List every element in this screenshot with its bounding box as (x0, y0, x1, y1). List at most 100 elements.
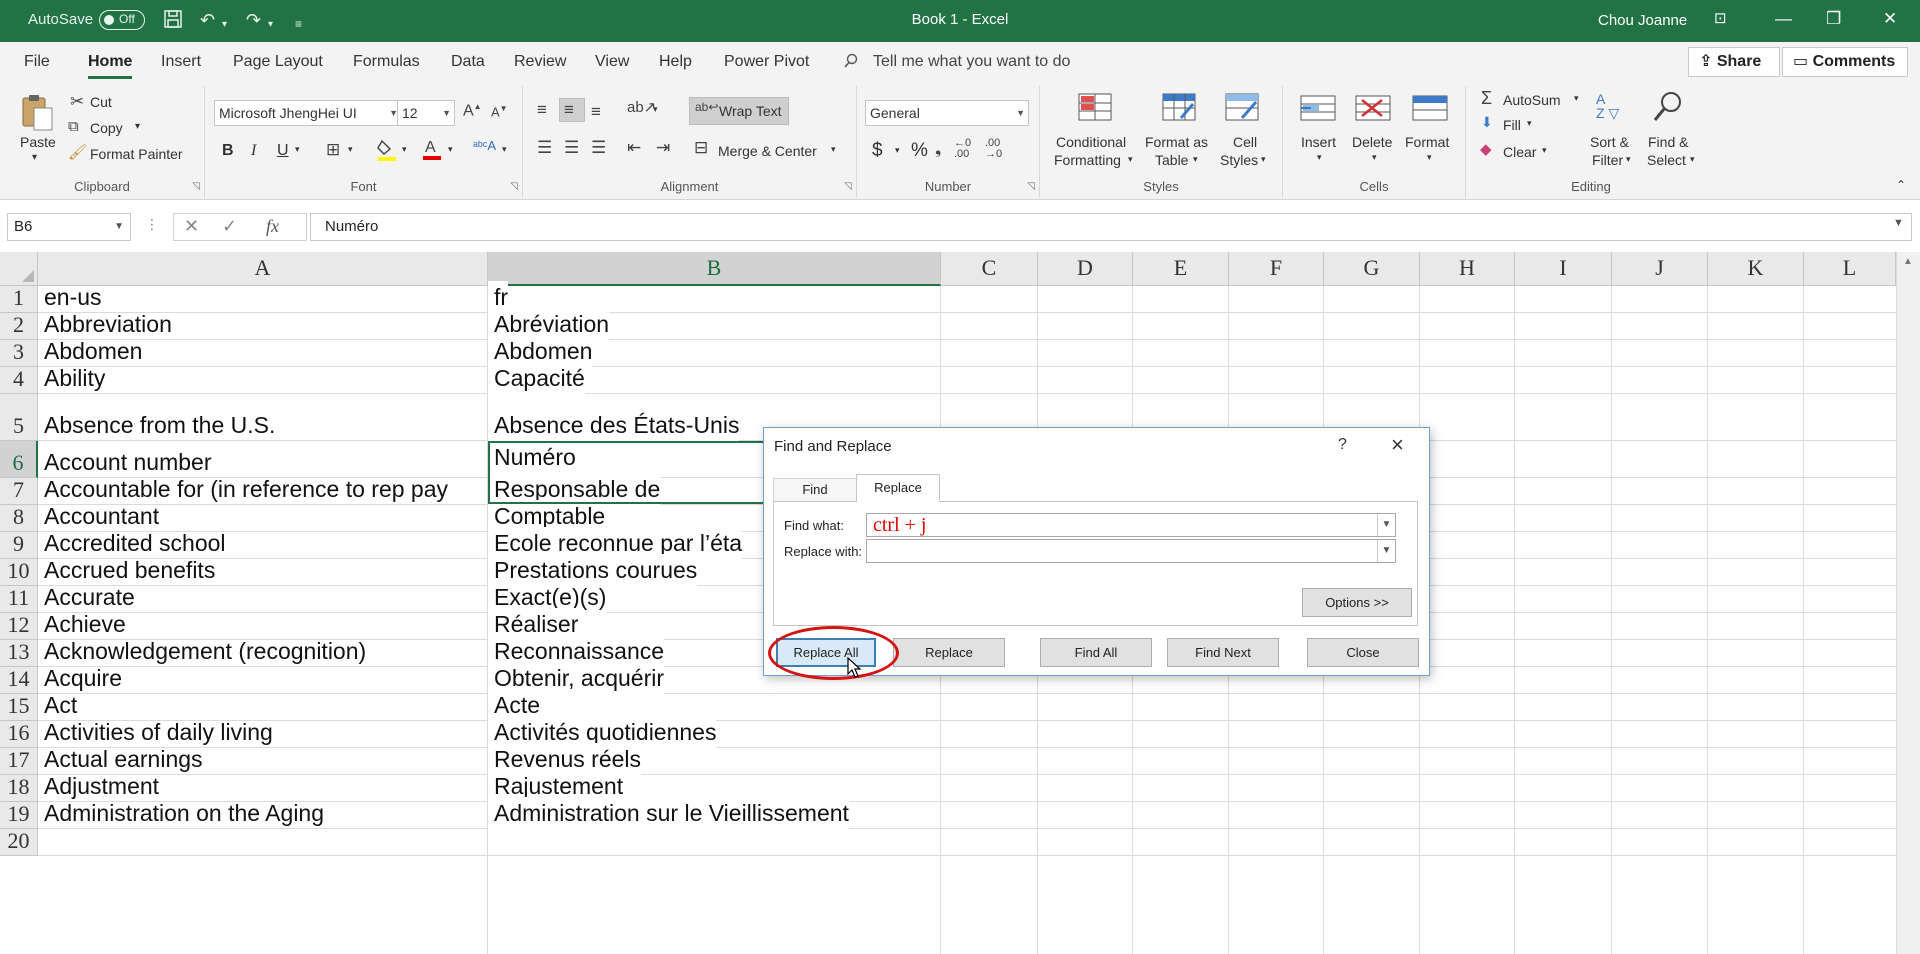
fill-color-dropdown-icon[interactable]: ▾ (402, 144, 407, 155)
conditional-formatting-label[interactable]: Conditional (1056, 134, 1126, 150)
tab-help[interactable]: Help (659, 53, 692, 71)
find-select-label[interactable]: Find & (1648, 134, 1688, 150)
sort-dropdown-icon[interactable]: ▾ (1626, 154, 1631, 165)
row-header[interactable]: 18 (0, 775, 38, 802)
decrease-font-icon[interactable]: A▼ (491, 104, 508, 119)
tab-file[interactable]: File (24, 53, 50, 71)
font-launcher-icon[interactable]: ◹ (510, 181, 518, 192)
close-button[interactable]: Close (1307, 638, 1419, 667)
vertical-scrollbar[interactable]: ▲ (1896, 252, 1920, 954)
row-header[interactable]: 12 (0, 613, 38, 640)
increase-font-icon[interactable]: A▲ (463, 102, 482, 120)
row-header[interactable]: 19 (0, 802, 38, 829)
cell-styles-dropdown-icon[interactable]: ▾ (1261, 154, 1266, 165)
tab-page-layout[interactable]: Page Layout (233, 53, 323, 71)
paste-label[interactable]: Paste (20, 134, 56, 150)
currency-dropdown-icon[interactable]: ▾ (895, 145, 900, 156)
fill-color-icon[interactable] (376, 138, 398, 167)
merge-center-icon[interactable]: ⊟ (694, 138, 708, 158)
decrease-indent-icon[interactable]: ⇤ (627, 138, 641, 158)
column-header-k[interactable]: K (1708, 252, 1804, 286)
cell-styles-icon[interactable] (1224, 92, 1259, 126)
row-header[interactable]: 7 (0, 478, 38, 505)
align-bottom-icon[interactable]: ≡ (591, 102, 601, 122)
formula-input[interactable]: Numéro (310, 213, 1912, 241)
row-header[interactable]: 11 (0, 586, 38, 613)
font-size-select[interactable]: 12 ▼ (397, 100, 455, 126)
cancel-entry-icon[interactable]: ✕ (184, 216, 199, 237)
tab-replace[interactable]: Replace (856, 474, 940, 502)
paste-dropdown-icon[interactable]: ▾ (32, 152, 37, 163)
align-left-icon[interactable]: ☰ (537, 138, 552, 158)
borders-icon[interactable]: ⊞ (326, 140, 340, 160)
cell-b[interactable]: Absence des États-Unis (488, 409, 740, 441)
conditional-formatting-icon[interactable] (1077, 92, 1112, 126)
format-cells-icon[interactable] (1411, 92, 1448, 126)
confirm-entry-icon[interactable]: ✓ (222, 216, 237, 237)
cell-b[interactable]: Capacité (488, 362, 585, 394)
currency-button[interactable]: $ (872, 140, 883, 162)
name-box[interactable]: B6 ▼ (7, 213, 131, 241)
decrease-decimal-icon[interactable]: .00 →0 (985, 138, 1002, 160)
collapse-ribbon-icon[interactable]: ⌃ (1896, 178, 1906, 192)
paste-icon[interactable] (20, 92, 54, 131)
sort-filter-label-2[interactable]: Filter (1592, 152, 1623, 168)
row-header[interactable]: 2 (0, 313, 38, 340)
copy-icon[interactable]: ⧉ (68, 118, 79, 135)
delete-cells-icon[interactable] (1354, 94, 1391, 128)
font-name-select[interactable]: Microsoft JhengHei UI ▼ (214, 100, 402, 126)
underline-dropdown-icon[interactable]: ▾ (295, 144, 300, 155)
format-as-table-dropdown-icon[interactable]: ▾ (1193, 154, 1198, 165)
share-button[interactable]: ⇪ Share (1688, 47, 1780, 77)
find-next-button[interactable]: Find Next (1167, 638, 1279, 667)
conditional-dropdown-icon[interactable]: ▾ (1128, 154, 1133, 165)
row-header[interactable]: 16 (0, 721, 38, 748)
insert-cells-icon[interactable] (1299, 94, 1336, 128)
format-painter-icon[interactable]: 🖌 (68, 143, 87, 161)
copy-button[interactable]: Copy (90, 120, 123, 136)
chevron-down-icon[interactable]: ▼ (1377, 514, 1395, 536)
close-window-icon[interactable]: ✕ (1883, 9, 1897, 29)
ribbon-display-icon[interactable]: ⊡ (1714, 9, 1727, 27)
merge-dropdown-icon[interactable]: ▾ (831, 144, 836, 155)
cut-icon[interactable]: ✂ (70, 92, 84, 112)
increase-indent-icon[interactable]: ⇥ (656, 138, 670, 158)
column-header-c[interactable]: C (941, 252, 1038, 286)
sort-filter-icon[interactable]: AZ ▽ (1596, 92, 1619, 120)
options-button[interactable]: Options >> (1302, 588, 1412, 617)
row-header[interactable]: 6 (0, 441, 38, 478)
cut-button[interactable]: Cut (90, 94, 112, 110)
user-name[interactable]: Chou Joanne (1598, 12, 1687, 29)
tab-insert[interactable]: Insert (161, 53, 201, 71)
find-all-button[interactable]: Find All (1040, 638, 1152, 667)
row-header[interactable]: 8 (0, 505, 38, 532)
row-header[interactable]: 5 (0, 394, 38, 441)
row-header[interactable]: 10 (0, 559, 38, 586)
format-as-table-label[interactable]: Format as (1145, 134, 1208, 150)
row-header[interactable]: 15 (0, 694, 38, 721)
insert-dropdown-icon[interactable]: ▾ (1317, 152, 1322, 163)
tab-data[interactable]: Data (451, 53, 485, 71)
tab-formulas[interactable]: Formulas (353, 53, 420, 71)
replace-button[interactable]: Replace (893, 638, 1005, 667)
restore-icon[interactable]: ❐ (1826, 9, 1841, 29)
align-center-icon[interactable]: ☰ (564, 138, 579, 158)
delete-dropdown-icon[interactable]: ▾ (1372, 152, 1377, 163)
clear-button[interactable]: Clear (1503, 144, 1536, 160)
autosum-dropdown-icon[interactable]: ▾ (1574, 93, 1579, 104)
alignment-launcher-icon[interactable]: ◹ (844, 181, 852, 192)
row-header[interactable]: 14 (0, 667, 38, 694)
align-right-icon[interactable]: ☰ (591, 138, 606, 158)
more-options-icon[interactable]: ⋮ (145, 216, 159, 233)
format-painter-button[interactable]: Format Painter (90, 146, 183, 162)
scroll-up-icon[interactable]: ▲ (1903, 256, 1913, 267)
borders-dropdown-icon[interactable]: ▾ (348, 144, 353, 155)
column-header-b[interactable]: B (488, 252, 941, 286)
tab-view[interactable]: View (595, 53, 629, 71)
insert-function-icon[interactable]: fx (266, 216, 279, 237)
row-header[interactable]: 20 (0, 829, 38, 856)
autosum-button[interactable]: AutoSum (1503, 92, 1561, 108)
help-icon[interactable]: ? (1338, 436, 1347, 454)
column-header-e[interactable]: E (1133, 252, 1229, 286)
comma-style-icon[interactable]: ❟ (935, 141, 941, 159)
